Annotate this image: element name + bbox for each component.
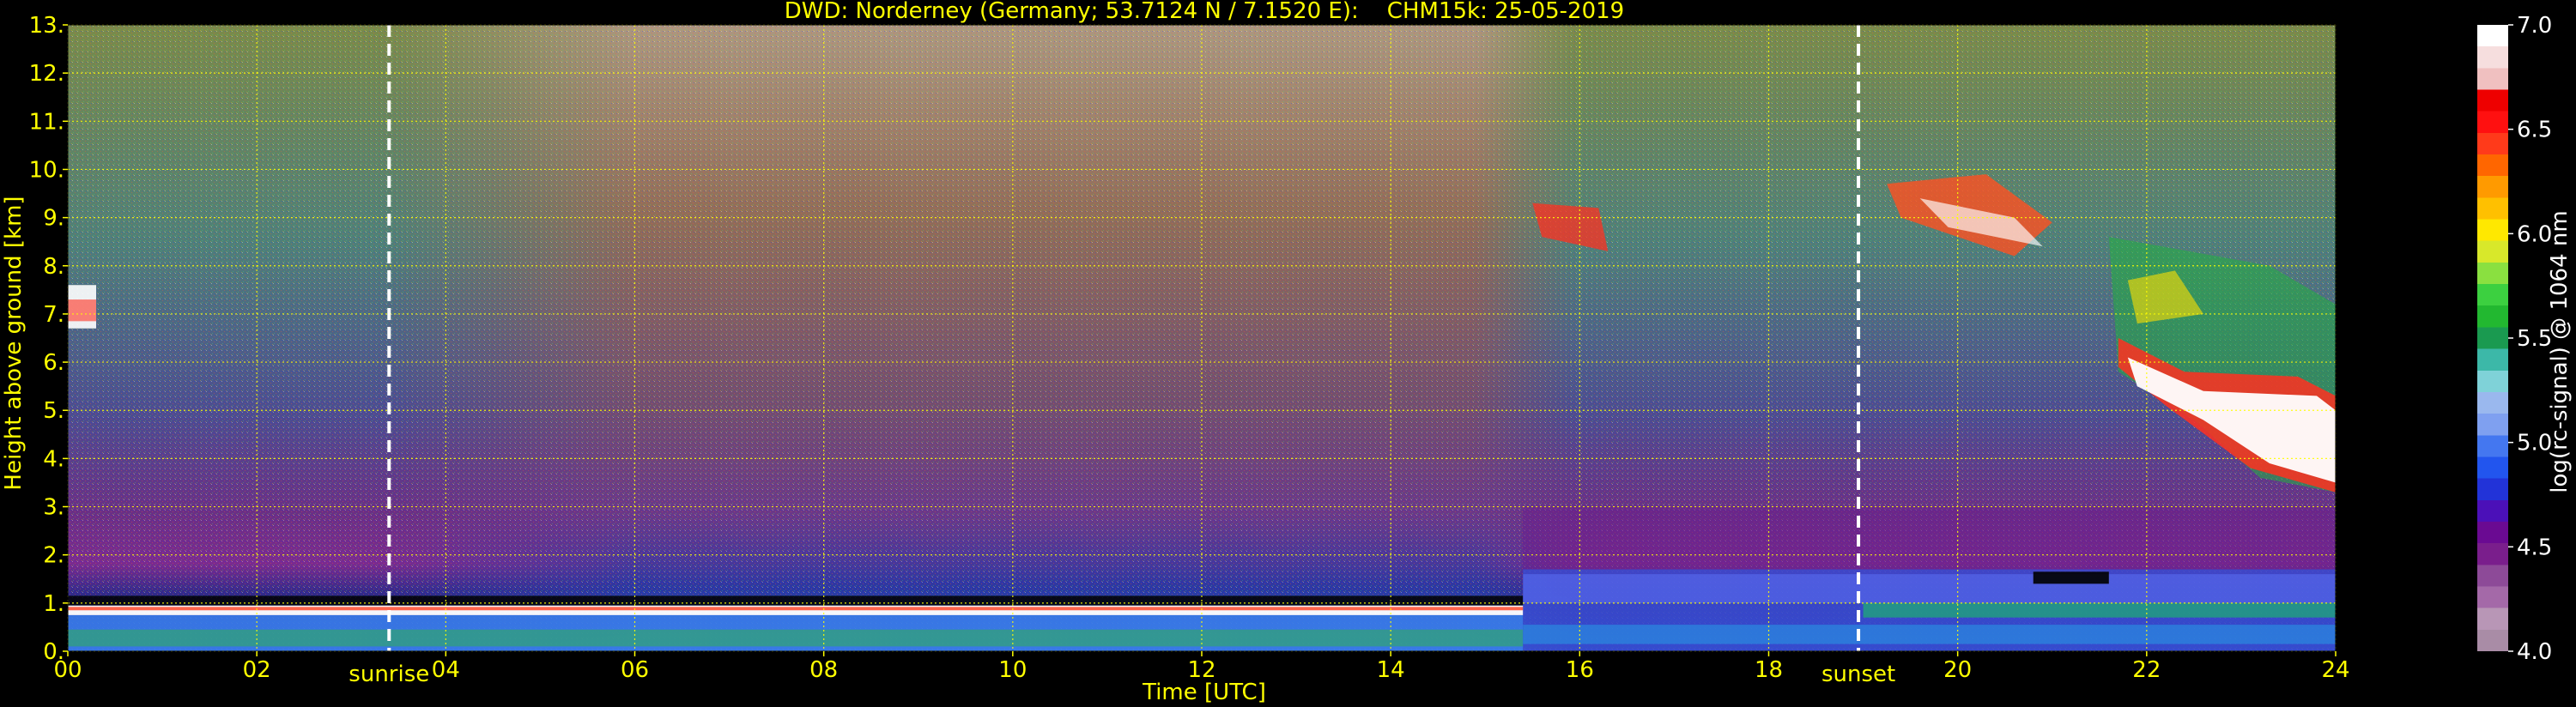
y-tick-label: 3.: [43, 495, 64, 521]
x-tick-label: 20: [1943, 657, 1972, 683]
x-tick-label: 10: [998, 657, 1027, 683]
y-tick-label: 7.: [43, 302, 64, 328]
x-tick-label: 24: [2321, 657, 2349, 683]
x-tick-label: 04: [432, 657, 460, 683]
evening-cloud-shadow: [2033, 571, 2109, 584]
boundary-layer-green: [68, 629, 1524, 647]
colorbar-scale: [2477, 25, 2508, 651]
x-tick-label: 14: [1377, 657, 1405, 683]
residual-layer: [68, 595, 1524, 606]
x-tick-label: 16: [1566, 657, 1594, 683]
y-axis-label: Height above ground [km]: [1, 196, 27, 490]
y-tick-label: 2.: [43, 543, 64, 569]
colorbar-label: log(rc-signal) @ 1064 nm: [2547, 210, 2573, 492]
y-tick-label: 11.: [29, 109, 64, 135]
y-tick-label: 10.: [29, 157, 64, 183]
early-cloud-core: [68, 299, 97, 322]
y-tick-label: 12.: [29, 61, 64, 87]
x-tick-label: 18: [1755, 657, 1783, 683]
y-tick-label: 6.: [43, 350, 64, 376]
colorbar: 4.04.55.05.56.06.57.0 log(rc-signal) @ 1…: [2477, 13, 2573, 665]
sunrise-label: sunrise: [349, 662, 429, 687]
colorbar-tick-label: 4.5: [2517, 535, 2552, 560]
evening-boundary-layer-upper: [1523, 574, 2336, 603]
colorbar-ticks: 4.04.55.05.56.06.57.0: [2508, 13, 2552, 665]
y-tick-label: 1.: [43, 591, 64, 617]
evening-boundary-layer-green: [1863, 602, 2336, 618]
y-tick-label: 4.: [43, 446, 64, 472]
colorbar-tick-label: 7.0: [2517, 13, 2552, 39]
chart-title: DWD: Norderney (Germany; 53.7124 N / 7.1…: [785, 0, 1624, 24]
y-tick-label: 9.: [43, 206, 64, 232]
y-tick-label: 0.: [43, 639, 64, 665]
y-axis: 0. 1. 2. 3. 4. 5. 6. 7. 8. 9. 10. 11. 12. 13.: [29, 13, 68, 665]
boundary-layer-red: [68, 607, 1524, 611]
colorbar-tick-label: 6.5: [2517, 118, 2552, 143]
y-tick-label: 5.: [43, 398, 64, 424]
sunset-label: sunset: [1821, 662, 1895, 687]
x-tick-label: 08: [809, 657, 838, 683]
x-axis-label: Time [UTC]: [1142, 680, 1266, 705]
y-tick-label: 8.: [43, 254, 64, 280]
y-tick-label: 13.: [29, 13, 64, 39]
colorbar-tick-label: 4.0: [2517, 639, 2552, 665]
chart-figure: sunrise sunset 00 02 04 06 08 10 12 14 16 18 20 22 24…: [1, 0, 2573, 705]
x-tick-label: 22: [2132, 657, 2161, 683]
purple-band: [1523, 506, 2336, 570]
evening-boundary-layer-core: [1523, 625, 2336, 644]
x-tick-label: 02: [243, 657, 271, 683]
x-tick-label: 06: [621, 657, 649, 683]
